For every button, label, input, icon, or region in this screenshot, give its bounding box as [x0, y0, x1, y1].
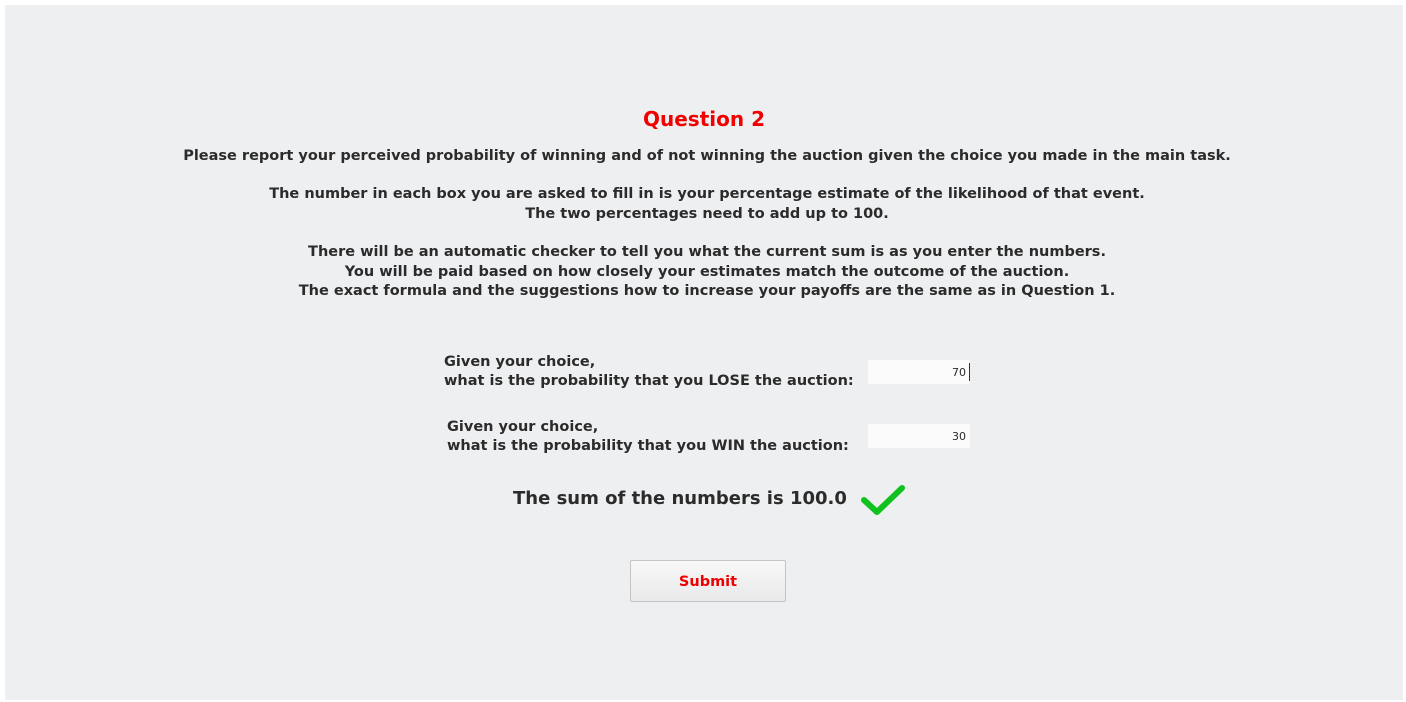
win-probability-label: Given your choice, what is the probabili…: [447, 419, 849, 454]
instruction-intro: Please report your perceived probability…: [183, 148, 1231, 164]
question-window: Question 2 Please report your perceived …: [5, 5, 1403, 700]
sum-status-text: The sum of the numbers is 100.0: [513, 488, 847, 509]
submit-button[interactable]: Submit: [630, 560, 786, 602]
instruction-boxes: The number in each box you are asked to …: [269, 186, 1145, 222]
text-caret: [969, 363, 970, 381]
page-title: Question 2: [643, 107, 765, 131]
instruction-payment: There will be an automatic checker to te…: [298, 244, 1116, 299]
lose-probability-label: Given your choice, what is the probabili…: [444, 354, 854, 389]
check-icon: [861, 485, 905, 515]
lose-probability-input[interactable]: [868, 360, 970, 384]
win-probability-input[interactable]: [868, 424, 970, 448]
